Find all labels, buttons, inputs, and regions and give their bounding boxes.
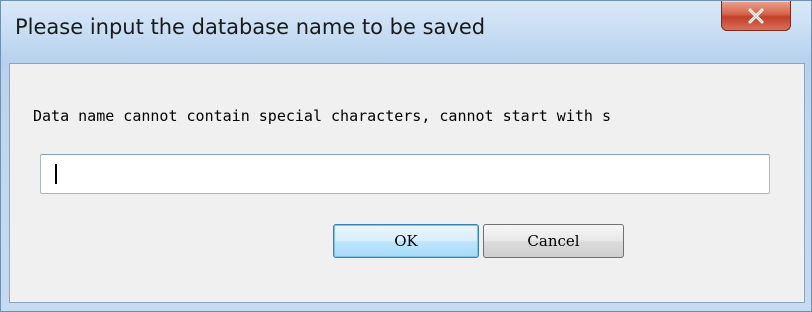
instruction-message: Data name cannot contain special charact…	[33, 107, 611, 125]
database-name-input[interactable]	[40, 154, 770, 194]
ok-button[interactable]: OK	[333, 224, 479, 258]
close-icon	[748, 8, 764, 23]
dialog-body: Data name cannot contain special charact…	[9, 63, 805, 303]
text-caret	[55, 164, 57, 184]
window-title: Please input the database name to be sav…	[15, 15, 486, 39]
close-button[interactable]	[721, 1, 791, 31]
dialog-window: Please input the database name to be sav…	[0, 0, 812, 312]
cancel-button[interactable]: Cancel	[483, 224, 624, 258]
